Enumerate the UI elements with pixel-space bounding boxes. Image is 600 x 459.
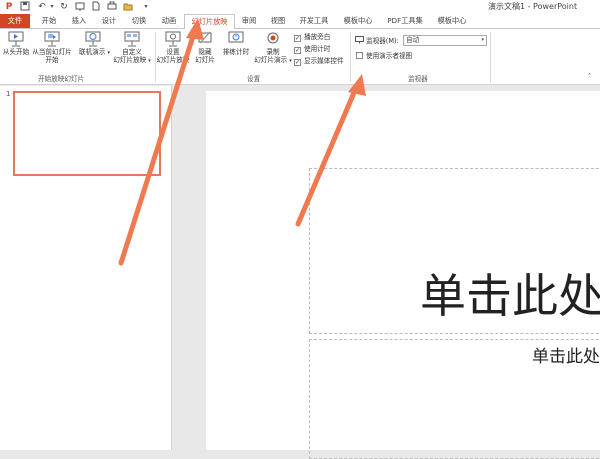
undo-dropdown-icon[interactable]: ▾: [46, 1, 58, 13]
checkbox-checked-icon: ✓: [294, 59, 301, 66]
tab-design[interactable]: 设计: [98, 14, 120, 28]
slideshow-current-icon: [43, 31, 61, 47]
tab-review[interactable]: 审阅: [238, 14, 260, 28]
powerpoint-logo-icon: P: [5, 2, 13, 12]
custom-slide-show-button[interactable]: 自定义 幻灯片放映 ▾: [112, 31, 152, 65]
from-beginning-button[interactable]: 从头开始: [2, 31, 30, 56]
monitor-select[interactable]: 自动 ▾: [403, 35, 487, 46]
setup-slideshow-icon: [164, 31, 182, 47]
checkbox-checked-icon: ✓: [294, 47, 301, 54]
record-dropdown-icon[interactable]: ▾: [289, 58, 292, 64]
tab-pdf-tools[interactable]: PDF工具集: [385, 14, 425, 28]
stopwatch-icon: [227, 31, 245, 47]
checkbox-checked-icon: ✓: [294, 35, 301, 42]
redo-icon[interactable]: ↻: [58, 1, 70, 13]
tab-file[interactable]: 文件: [0, 14, 30, 28]
from-current-label-1: 从当前幻灯片: [32, 48, 72, 56]
subtitle-placeholder-text: 单击此处: [532, 347, 600, 367]
presentation-icon[interactable]: [74, 1, 86, 13]
hide-label-2: 幻灯片: [195, 56, 215, 64]
tab-template-center[interactable]: 模板中心: [341, 14, 375, 28]
rehearse-label: 排练计时: [222, 48, 250, 56]
tab-developer[interactable]: 开发工具: [297, 14, 331, 28]
checkbox-unchecked-icon: [356, 52, 363, 59]
show-media-controls-checkbox[interactable]: ✓ 显示媒体控件: [294, 56, 344, 66]
setup-slide-show-button[interactable]: 设置 幻灯片放映: [155, 31, 191, 64]
open-folder-icon[interactable]: [122, 1, 134, 13]
rehearse-timings-button[interactable]: 排练计时: [221, 31, 251, 56]
collapse-ribbon-icon[interactable]: ˄: [588, 73, 591, 80]
ribbon-panel: 从头开始 从当前幻灯片 开始 联机演示 ▾ 自定义 幻灯片放映 ▾ 开始放映幻灯…: [0, 28, 600, 85]
monitor-row: 监视器(M):: [355, 36, 399, 46]
online-present-dropdown-icon[interactable]: ▾: [107, 50, 110, 56]
custom-slideshow-icon: [123, 31, 141, 47]
slide-number: 1: [6, 90, 11, 98]
record-label-2: 幻灯片演示: [254, 56, 288, 64]
from-current-button[interactable]: 从当前幻灯片 开始: [30, 31, 74, 64]
tab-view[interactable]: 视图: [267, 14, 289, 28]
online-present-icon: [84, 31, 102, 47]
customize-toolbar-icon[interactable]: ▾: [140, 1, 152, 13]
slide-thumbnail[interactable]: [13, 91, 161, 176]
play-narrations-label: 播放旁白: [304, 33, 331, 41]
tab-slide-show[interactable]: 幻灯片放映: [184, 14, 235, 29]
show-media-controls-label: 显示媒体控件: [304, 57, 344, 65]
record-label-1: 录制: [266, 48, 280, 56]
setup-label-1: 设置: [166, 48, 180, 56]
monitor-select-value: 自动: [406, 36, 420, 44]
from-beginning-label: 从头开始: [2, 48, 30, 56]
tab-transitions[interactable]: 切换: [128, 14, 150, 28]
presenter-view-label: 使用演示者视图: [366, 52, 413, 60]
group-monitors-label: 监视器: [408, 75, 428, 83]
record-icon: [264, 31, 282, 47]
hide-label-1: 隐藏: [198, 48, 212, 56]
window-title: 演示文稿1 - PowerPoint: [488, 2, 578, 11]
online-present-button[interactable]: 联机演示 ▾: [79, 31, 110, 57]
custom-dropdown-icon[interactable]: ▾: [148, 58, 151, 64]
use-timings-checkbox[interactable]: ✓ 使用计时: [294, 44, 330, 54]
tab-insert[interactable]: 插入: [68, 14, 90, 28]
use-timings-label: 使用计时: [304, 45, 331, 53]
hide-slide-icon: [196, 31, 214, 47]
tab-home[interactable]: 开始: [38, 14, 60, 28]
record-slide-show-button[interactable]: 录制 幻灯片演示 ▾: [253, 31, 293, 65]
chevron-down-icon: ▾: [481, 37, 484, 43]
tab-animations[interactable]: 动画: [158, 14, 180, 28]
custom-label-2: 幻灯片放映: [113, 56, 147, 64]
hide-slide-button[interactable]: 隐藏 幻灯片: [192, 31, 218, 64]
from-current-label-2: 开始: [45, 56, 59, 64]
play-narrations-checkbox[interactable]: ✓ 播放旁白: [294, 32, 330, 42]
group-start-slideshow-label: 开始放映幻灯片: [38, 75, 85, 83]
custom-label-1: 自定义: [122, 48, 142, 56]
group-separator: [350, 32, 351, 82]
online-present-label: 联机演示: [79, 48, 106, 56]
title-bar: P ↶ ▾ ↻ ▾ 演示文稿1 - PowerPoint: [0, 0, 600, 14]
group-setup-label: 设置: [247, 75, 261, 83]
monitor-label: 监视器(M):: [366, 37, 399, 45]
presenter-view-checkbox[interactable]: 使用演示者视图: [356, 51, 412, 61]
save-icon[interactable]: [19, 1, 31, 13]
slideshow-start-icon: [7, 31, 25, 47]
title-placeholder-text: 单击此处: [420, 269, 600, 323]
ribbon-tabs: 文件 开始 插入 设计 切换 动画 幻灯片放映 审阅 视图 开发工具 模板中心 …: [0, 14, 600, 29]
tab-template-center-2[interactable]: 模板中心: [435, 14, 469, 28]
setup-label-2: 幻灯片放映: [156, 56, 190, 64]
group-separator: [490, 32, 491, 82]
monitor-icon: [355, 36, 364, 44]
new-file-icon[interactable]: [90, 1, 102, 13]
print-preview-icon[interactable]: [106, 1, 118, 13]
